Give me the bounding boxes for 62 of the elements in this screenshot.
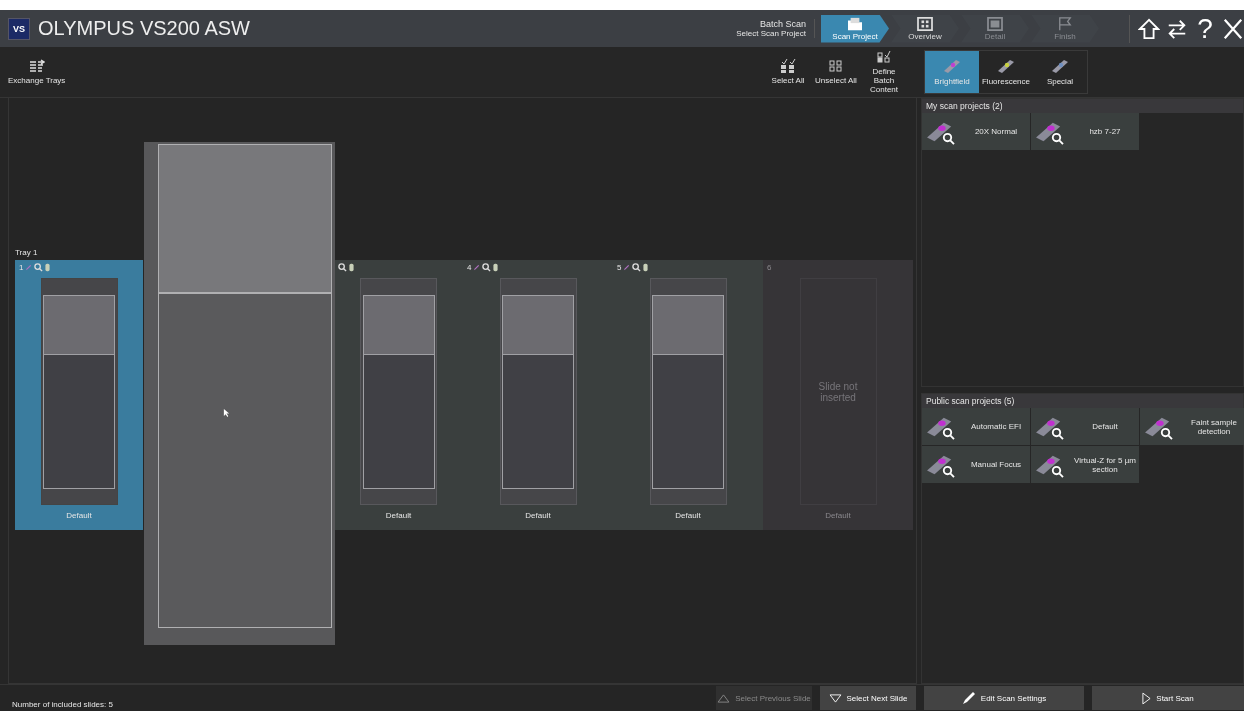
sample-type-tab[interactable]: Fluorescence	[979, 51, 1033, 93]
toolbar-button[interactable]: Select All	[764, 59, 812, 85]
slot-label: Default	[674, 511, 702, 520]
footer-button[interactable]: Select Next Slide	[820, 686, 916, 710]
scan-project-tile[interactable]: hzb 7-27	[1031, 113, 1139, 150]
workflow-step[interactable]: Overview	[891, 14, 959, 43]
slot-label: Default	[824, 511, 852, 520]
slot-number: 6	[767, 262, 772, 272]
slide-count-text: Number of included slides: 5	[12, 700, 113, 711]
scan-project-tile[interactable]: Default	[1031, 408, 1139, 445]
vs-logo: VS	[8, 17, 30, 40]
mode-subtitle: Select Scan Project	[736, 29, 806, 38]
play-icon	[1142, 691, 1152, 705]
checkbox-grid-icon	[780, 59, 796, 73]
flag-icon	[1056, 16, 1074, 31]
slot-number: 4	[467, 262, 472, 272]
scan-project-tile[interactable]: Virtual-Z for 5 µm section	[1031, 446, 1139, 483]
pencil-icon	[961, 691, 976, 705]
empty-slot[interactable]: 6 Slide not inserted Default	[763, 260, 913, 530]
tray-label: Tray 1	[15, 248, 39, 259]
mode-title: Batch Scan	[759, 19, 806, 29]
folder-icon	[846, 16, 864, 31]
section-header: My scan projects (2)	[922, 99, 1243, 113]
search-icon	[632, 262, 642, 272]
pencil-icon	[25, 263, 33, 271]
sample-type-tab[interactable]: Special	[1033, 51, 1087, 93]
window-title: OLYMPUS VS200 ASW	[38, 17, 250, 40]
slide-slot[interactable]: 4 Default	[463, 260, 613, 530]
pencil-icon	[623, 263, 631, 271]
slide-not-inserted-text: Slide not inserted	[817, 380, 859, 403]
cursor-icon	[223, 408, 230, 417]
triangle-down-icon	[828, 693, 842, 703]
slot-number: 5	[617, 262, 622, 272]
help-button[interactable]: ?	[1194, 14, 1216, 43]
toolbar-button[interactable]: Define Batch Content	[860, 50, 908, 94]
triangle-up-icon	[717, 693, 731, 703]
checkbox-grid-icon	[828, 59, 844, 73]
checkbox-grid-icon	[876, 50, 892, 64]
scan-project-tile[interactable]: Faint sample detection	[1140, 408, 1244, 445]
search-icon	[482, 262, 492, 272]
slot-label: Default	[524, 511, 552, 520]
slot-label: Default	[65, 511, 93, 520]
workflow-step[interactable]: Scan Project	[821, 14, 889, 43]
search-icon	[338, 262, 347, 272]
grid-icon	[916, 16, 934, 31]
section-header: Public scan projects (5)	[922, 394, 1243, 408]
footer-button[interactable]: Edit Scan Settings	[924, 686, 1084, 710]
scan-project-tile[interactable]: Manual Focus	[922, 446, 1030, 483]
pencil-icon	[473, 263, 481, 271]
slot-label: Default	[384, 511, 413, 520]
slide-slot[interactable]: 1 Default	[15, 260, 143, 530]
slide-slot[interactable]: 5 Default	[613, 260, 763, 530]
list-arrow-icon	[28, 59, 45, 73]
search-icon	[34, 262, 44, 272]
slide-slot[interactable]: Default	[334, 260, 463, 530]
toolbar-button[interactable]: Unselect All	[812, 59, 860, 85]
footer-button[interactable]: Start Scan	[1092, 686, 1244, 710]
window-icon	[986, 16, 1004, 31]
exchange-trays-button[interactable]: Exchange Trays	[0, 59, 74, 85]
scan-project-tile[interactable]: Automatic EFI	[922, 408, 1030, 445]
slot-number: 1	[19, 262, 24, 272]
scan-project-tile[interactable]: 20X Normal	[922, 113, 1030, 150]
